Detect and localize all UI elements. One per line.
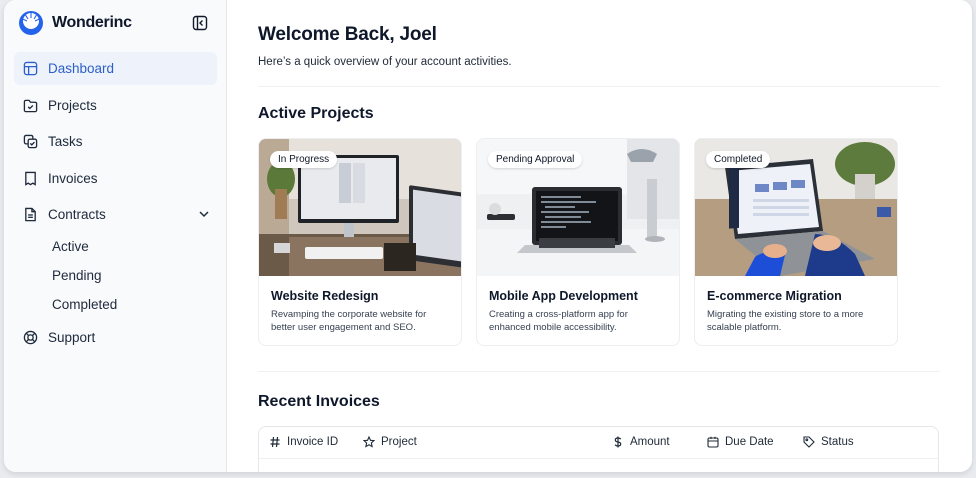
app-window: Wonderinc Dashboard Projects Tasks Invoi… <box>4 0 972 472</box>
project-card[interactable]: In Progress Website Redesign Revamping t… <box>258 138 462 346</box>
sidebar-nav: Dashboard Projects Tasks Invoices Contra… <box>14 52 217 357</box>
page-title: Welcome Back, Joel <box>258 24 437 45</box>
column-label: Amount <box>630 436 670 448</box>
project-cards: In Progress Website Redesign Revamping t… <box>258 138 898 346</box>
column-header-status[interactable]: Status <box>803 436 854 448</box>
project-image: In Progress <box>259 139 461 276</box>
sidebar-item-tasks[interactable]: Tasks <box>14 125 217 158</box>
chevron-down-icon[interactable] <box>197 207 211 221</box>
project-description: Revamping the corporate website for bett… <box>271 309 427 333</box>
page-subtitle: Here’s a quick overview of your account … <box>258 56 512 68</box>
sidebar-subitem-completed[interactable]: Completed <box>14 290 217 319</box>
collapse-sidebar-button[interactable] <box>191 14 209 32</box>
project-title: Mobile App Development <box>489 289 638 303</box>
column-header-project[interactable]: Project <box>363 436 417 448</box>
sidebar-item-projects[interactable]: Projects <box>14 89 217 122</box>
project-card[interactable]: Completed E-commerce Migration Migrating… <box>694 138 898 346</box>
sidebar-item-label: Projects <box>48 97 97 113</box>
lifebuoy-icon <box>22 329 38 345</box>
calendar-icon <box>707 436 719 448</box>
column-label: Due Date <box>725 436 774 448</box>
sidebar-item-contracts[interactable]: Contracts <box>14 198 217 231</box>
section-title-invoices: Recent Invoices <box>258 393 380 410</box>
project-title: E-commerce Migration <box>707 289 842 303</box>
project-title: Website Redesign <box>271 289 379 303</box>
brand[interactable]: Wonderinc <box>18 10 132 36</box>
layout-icon <box>22 61 38 77</box>
invoices-table: Invoice ID Project Amount Due Date Statu… <box>258 426 939 472</box>
status-badge: Pending Approval <box>488 151 583 168</box>
tag-icon <box>803 436 815 448</box>
sidebar-item-label: Tasks <box>48 134 83 149</box>
project-card[interactable]: Pending Approval Mobile App Development … <box>476 138 680 346</box>
sidebar-item-label: Dashboard <box>48 61 115 76</box>
table-header: Invoice ID Project Amount Due Date Statu… <box>259 427 938 459</box>
star-icon <box>363 436 375 448</box>
dollar-icon <box>614 436 622 448</box>
sidebar: Wonderinc Dashboard Projects Tasks Invoi… <box>4 0 227 472</box>
column-label: Invoice ID <box>287 436 339 448</box>
sidebar-collapse-icon <box>192 15 208 31</box>
sidebar-item-dashboard[interactable]: Dashboard <box>14 52 217 85</box>
hash-icon <box>270 436 280 448</box>
sidebar-item-label: Contracts <box>48 207 106 222</box>
receipt-icon <box>22 170 38 186</box>
tasks-icon <box>22 134 38 150</box>
column-label: Status <box>821 436 854 448</box>
sidebar-subitem-pending[interactable]: Pending <box>14 261 217 290</box>
divider <box>258 371 940 372</box>
sidebar-item-label: Support <box>48 329 96 345</box>
main-content: Welcome Back, Joel Here’s a quick overvi… <box>227 0 972 472</box>
file-icon <box>22 207 38 223</box>
column-header-amount[interactable]: Amount <box>612 436 670 448</box>
project-description: Creating a cross-platform app for enhanc… <box>489 309 628 333</box>
brand-name: Wonderinc <box>52 14 132 31</box>
divider <box>258 86 940 87</box>
status-badge: In Progress <box>270 151 338 168</box>
sidebar-item-invoices[interactable]: Invoices <box>14 162 217 195</box>
status-badge: Completed <box>706 151 771 168</box>
project-image: Pending Approval <box>477 139 679 276</box>
sidebar-item-support[interactable]: Support <box>14 321 217 354</box>
column-header-due-date[interactable]: Due Date <box>707 436 774 448</box>
folder-check-icon <box>22 97 38 113</box>
project-image: Completed <box>695 139 897 276</box>
brand-logo-icon <box>19 11 43 35</box>
section-title-projects: Active Projects <box>258 105 374 122</box>
contracts-subnav: Active Pending Completed <box>14 233 217 319</box>
sidebar-subitem-active[interactable]: Active <box>14 233 217 262</box>
column-header-invoice-id[interactable]: Invoice ID <box>269 436 338 448</box>
column-label: Project <box>381 436 417 448</box>
project-description: Migrating the existing store to a more s… <box>707 309 864 333</box>
sidebar-item-label: Invoices <box>48 170 98 186</box>
